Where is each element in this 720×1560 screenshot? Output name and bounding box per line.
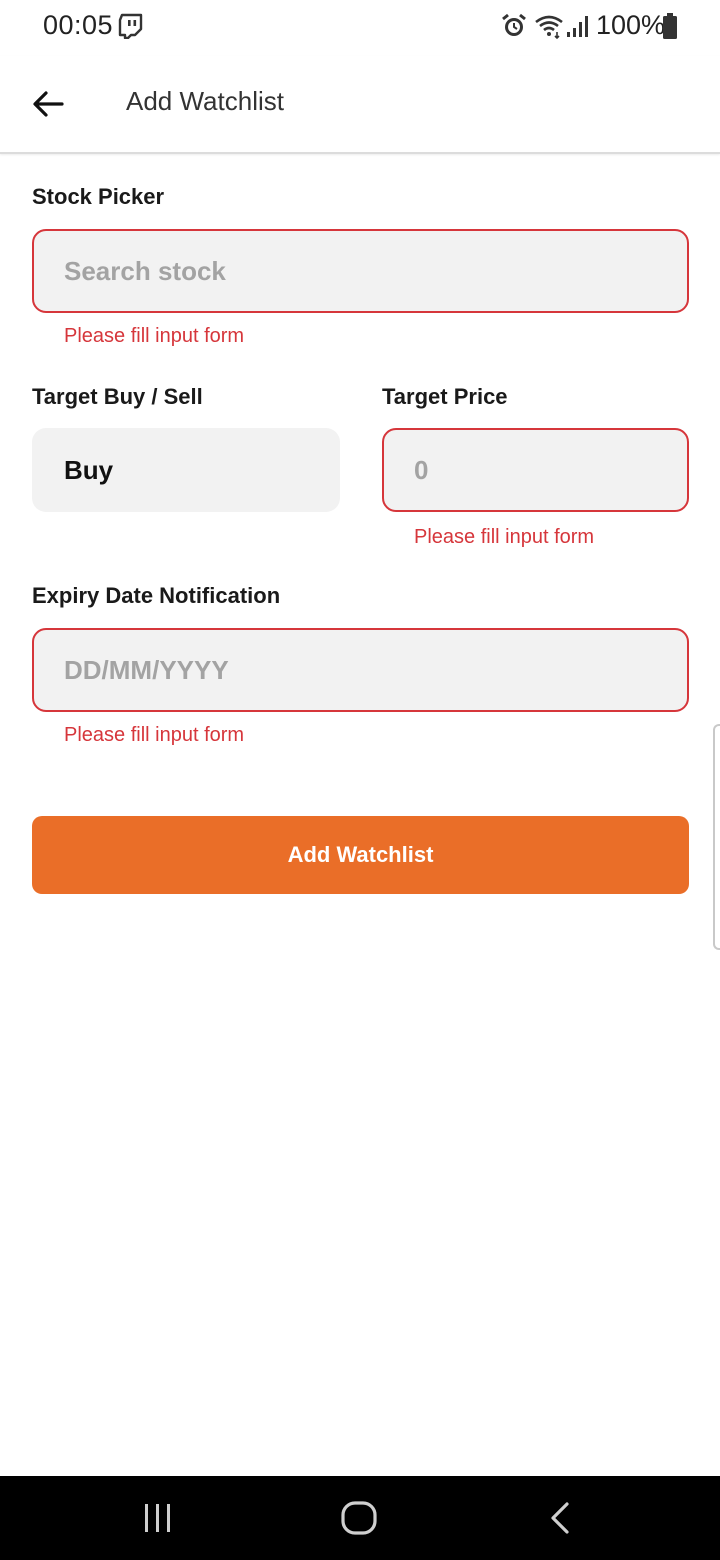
target-price-error: Please fill input form (414, 526, 595, 548)
signal-icon (567, 16, 588, 37)
back-icon[interactable] (548, 1501, 572, 1535)
stock-search-input[interactable]: Search stock (32, 229, 689, 313)
buy-sell-value: Buy (64, 454, 114, 485)
stock-picker-label: Stock Picker (32, 184, 165, 209)
stock-search-placeholder: Search stock (64, 255, 226, 286)
back-button[interactable] (22, 78, 74, 130)
navigation-bar (0, 1476, 720, 1560)
target-buy-sell-label: Target Buy / Sell (32, 384, 203, 409)
battery-percentage: 100% (596, 10, 666, 40)
battery-icon (663, 13, 677, 39)
target-price-input[interactable]: 0 (382, 428, 689, 512)
expiry-date-placeholder: DD/MM/YYYY (64, 654, 229, 685)
target-price-label: Target Price (382, 384, 508, 409)
arrow-left-icon (33, 91, 64, 117)
expiry-date-error: Please fill input form (64, 724, 245, 746)
buy-sell-select[interactable]: Buy (32, 428, 340, 512)
stock-picker-error: Please fill input form (64, 325, 245, 347)
wifi-icon (535, 15, 563, 40)
status-time: 00:05 (43, 10, 114, 40)
home-icon[interactable] (340, 1500, 378, 1536)
page-title: Add Watchlist (126, 86, 284, 116)
add-watchlist-button-label: Add Watchlist (287, 842, 434, 867)
app-bar: Add Watchlist (0, 56, 720, 154)
edge-panel-handle[interactable] (713, 724, 720, 950)
expiry-date-input[interactable]: DD/MM/YYYY (32, 628, 689, 712)
twitch-icon (118, 13, 143, 39)
recents-icon[interactable] (140, 1502, 176, 1534)
target-price-placeholder: 0 (414, 454, 429, 485)
add-watchlist-button[interactable]: Add Watchlist (32, 816, 689, 894)
expiry-date-label: Expiry Date Notification (32, 583, 281, 608)
status-bar: 00:05 100% (0, 0, 720, 56)
alarm-icon (502, 13, 526, 36)
